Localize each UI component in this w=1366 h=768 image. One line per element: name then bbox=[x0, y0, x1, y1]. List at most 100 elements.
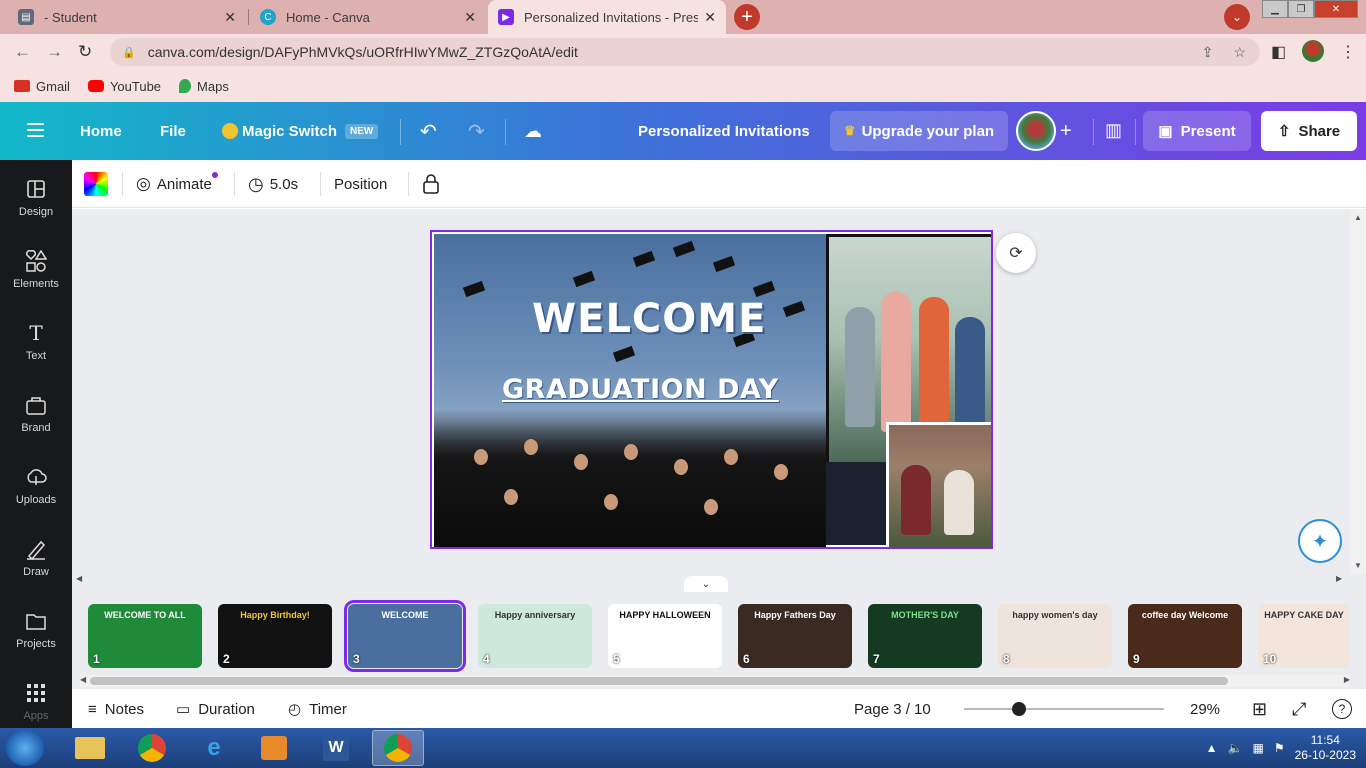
tray-expand-icon[interactable]: ▲ bbox=[1206, 741, 1218, 755]
page-thumbnail[interactable]: happy women's day 8 bbox=[998, 604, 1112, 668]
scroll-right-icon[interactable]: ▶ bbox=[1344, 675, 1350, 684]
welcome-heading[interactable]: WELCOME bbox=[532, 296, 766, 342]
scroll-up-icon[interactable]: ▲ bbox=[1354, 213, 1362, 222]
internet-explorer-icon[interactable]: e bbox=[188, 730, 240, 766]
duration-footer-button[interactable]: ▭ Duration bbox=[176, 689, 255, 729]
start-button[interactable] bbox=[6, 730, 44, 766]
close-tab-icon[interactable]: ✕ bbox=[704, 9, 716, 26]
redo-icon[interactable]: ↷ bbox=[468, 102, 485, 160]
grid-view-icon[interactable]: ⊞ bbox=[1252, 689, 1267, 729]
present-button[interactable]: ▣ Present bbox=[1143, 111, 1251, 151]
minimize-icon[interactable]: ▁ bbox=[1262, 0, 1288, 18]
browser-tab-student[interactable]: ▤ - Student ✕ bbox=[8, 0, 246, 34]
sidebar-item-elements[interactable]: Elements bbox=[0, 250, 72, 290]
graduation-day-subtitle[interactable]: GRADUATION DAY bbox=[502, 374, 779, 405]
sidebar-item-apps[interactable]: Apps bbox=[0, 682, 72, 722]
zoom-slider-track[interactable] bbox=[964, 708, 1164, 710]
page-thumbnail[interactable]: Happy Fathers Day 6 bbox=[738, 604, 852, 668]
chrome-active-icon[interactable] bbox=[372, 730, 424, 766]
back-icon[interactable]: ← bbox=[14, 42, 31, 62]
maximize-icon[interactable]: ❐ bbox=[1288, 0, 1314, 18]
close-tab-icon[interactable]: ✕ bbox=[224, 9, 236, 26]
vertical-scrollbar[interactable]: ▲ ▼ bbox=[1350, 209, 1366, 574]
scroll-down-icon[interactable]: ▼ bbox=[1354, 561, 1362, 570]
notes-button[interactable]: ≡ Notes bbox=[88, 689, 144, 729]
system-clock[interactable]: 11:54 26-10-2023 bbox=[1295, 733, 1356, 763]
sidebar-item-design[interactable]: Design bbox=[0, 178, 72, 218]
graduate-head bbox=[524, 439, 538, 455]
help-button[interactable]: ? bbox=[1332, 689, 1352, 729]
new-tab-button[interactable]: + bbox=[734, 4, 760, 30]
timer-button[interactable]: ◴ Timer bbox=[288, 689, 347, 729]
collapse-pages-button[interactable]: ⌄ bbox=[684, 576, 728, 592]
bookmark-youtube[interactable]: YouTube bbox=[87, 79, 161, 94]
add-comment-icon[interactable]: ⟳ bbox=[996, 233, 1036, 273]
browser-tab-home-canva[interactable]: C Home - Canva ✕ bbox=[250, 0, 486, 34]
sidebar-item-projects[interactable]: Projects bbox=[0, 610, 72, 650]
close-tab-icon[interactable]: ✕ bbox=[464, 9, 476, 26]
word-icon[interactable]: W bbox=[310, 730, 362, 766]
magic-assistant-icon[interactable]: ✦ bbox=[1298, 519, 1342, 563]
page-thumbnail[interactable]: WELCOME TO ALL 1 bbox=[88, 604, 202, 668]
background-color-button[interactable] bbox=[84, 160, 108, 208]
scrollbar-thumb[interactable] bbox=[90, 677, 1228, 685]
url-field[interactable]: 🔒 canva.com/design/DAFyPhMVkQs/uORfrHIwY… bbox=[110, 38, 1260, 66]
undo-icon[interactable]: ↶ bbox=[420, 102, 437, 160]
page-thumbnail[interactable]: HAPPY HALLOWEEN 5 bbox=[608, 604, 722, 668]
duration-button[interactable]: ◷ 5.0s bbox=[248, 160, 298, 208]
clock-icon: ◷ bbox=[248, 173, 264, 194]
bookmark-star-icon[interactable]: ☆ bbox=[1233, 44, 1246, 61]
tab-search-button[interactable]: ⌄ bbox=[1224, 4, 1250, 30]
chrome-icon[interactable] bbox=[126, 730, 178, 766]
magic-switch-button[interactable]: Magic Switch NEW bbox=[222, 102, 379, 160]
bookmark-gmail[interactable]: Gmail bbox=[14, 79, 70, 94]
scroll-right-icon[interactable]: ▶ bbox=[1336, 574, 1342, 583]
browser-tab-personalized-invitations[interactable]: ▶ Personalized Invitations - Present ✕ bbox=[488, 0, 726, 34]
add-collaborator-icon[interactable]: + bbox=[1060, 120, 1072, 143]
bookmark-maps[interactable]: Maps bbox=[179, 79, 229, 94]
page-thumbnail[interactable]: Happy anniversary 4 bbox=[478, 604, 592, 668]
network-icon[interactable]: ▦ bbox=[1253, 741, 1264, 755]
zoom-slider-handle[interactable] bbox=[1012, 702, 1026, 716]
close-window-icon[interactable]: ✕ bbox=[1314, 0, 1358, 18]
cloud-save-icon[interactable]: ☁ bbox=[524, 102, 542, 160]
share-button[interactable]: ⇧ Share bbox=[1261, 111, 1357, 151]
scroll-left-icon[interactable]: ◀ bbox=[76, 574, 82, 583]
home-button[interactable]: Home bbox=[80, 102, 122, 160]
student-figure bbox=[944, 470, 974, 535]
current-slide[interactable]: WELCOME GRADUATION DAY bbox=[430, 230, 993, 549]
page-indicator[interactable]: Page 3 / 10 bbox=[854, 689, 931, 729]
position-button[interactable]: Position bbox=[334, 160, 387, 208]
sidebar-item-brand[interactable]: Brand bbox=[0, 394, 72, 434]
forward-icon[interactable]: → bbox=[46, 42, 63, 62]
page-thumbnail[interactable]: HAPPY CAKE DAY 10 bbox=[1258, 604, 1350, 668]
horizontal-scrollbar[interactable]: ◀ ▶ bbox=[80, 675, 1350, 687]
sidebar-item-draw[interactable]: Draw bbox=[0, 538, 72, 578]
flag-icon[interactable]: ⚑ bbox=[1274, 741, 1285, 755]
page-thumbnail[interactable]: WELCOME 3 bbox=[344, 600, 466, 672]
analytics-icon[interactable]: ▥ bbox=[1105, 120, 1122, 141]
document-title[interactable]: Personalized Invitations bbox=[638, 102, 810, 160]
menu-icon[interactable] bbox=[27, 123, 44, 137]
lock-button[interactable] bbox=[422, 160, 440, 208]
scroll-left-icon[interactable]: ◀ bbox=[80, 675, 86, 684]
side-panel-icon[interactable]: ◧ bbox=[1271, 42, 1286, 62]
avatar[interactable] bbox=[1016, 111, 1056, 151]
page-thumbnail[interactable]: Happy Birthday! 2 bbox=[218, 604, 332, 668]
file-explorer-icon[interactable] bbox=[64, 730, 116, 766]
share-page-icon[interactable]: ⇪ bbox=[1202, 44, 1214, 61]
reload-icon[interactable]: ↻ bbox=[78, 42, 92, 62]
zoom-percentage[interactable]: 29% bbox=[1190, 689, 1220, 729]
media-player-icon[interactable] bbox=[248, 730, 300, 766]
animate-button[interactable]: ◎ Animate bbox=[136, 160, 212, 208]
volume-icon[interactable]: 🔈 bbox=[1228, 741, 1243, 755]
browser-menu-icon[interactable]: ⋮ bbox=[1340, 42, 1356, 62]
page-thumbnail[interactable]: MOTHER'S DAY 7 bbox=[868, 604, 982, 668]
sidebar-item-uploads[interactable]: Uploads bbox=[0, 466, 72, 506]
page-thumbnail[interactable]: coffee day Welcome 9 bbox=[1128, 604, 1242, 668]
profile-avatar[interactable] bbox=[1302, 40, 1324, 62]
upgrade-plan-button[interactable]: ♛ Upgrade your plan bbox=[830, 111, 1008, 151]
file-button[interactable]: File bbox=[160, 102, 186, 160]
fullscreen-icon[interactable]: ⤢ bbox=[1292, 689, 1306, 729]
sidebar-item-text[interactable]: T Text bbox=[0, 321, 72, 362]
